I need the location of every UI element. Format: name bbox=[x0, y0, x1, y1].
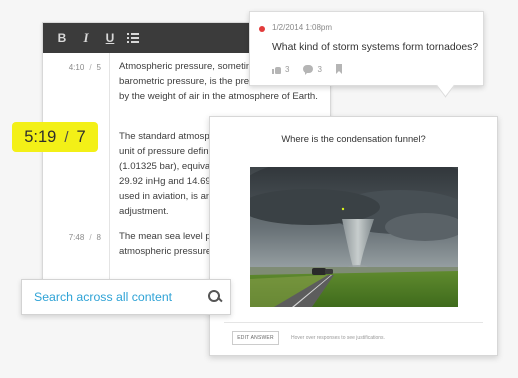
question-card: Where is the condensation funnel? EDIT A… bbox=[209, 116, 498, 356]
tornado-image bbox=[250, 167, 458, 307]
paragraph-timestamp[interactable]: 4:10/5 bbox=[43, 59, 101, 72]
unread-dot-icon bbox=[259, 26, 265, 32]
search-box bbox=[21, 279, 231, 315]
justification-hint: Hover over responses to see justificatio… bbox=[291, 335, 385, 341]
search-input[interactable] bbox=[34, 280, 200, 314]
bold-button[interactable]: B bbox=[55, 31, 69, 45]
question-title: Where is the condensation funnel? bbox=[281, 133, 426, 144]
edit-answer-button[interactable]: EDIT ANSWER bbox=[232, 331, 279, 345]
paragraph-timestamp[interactable]: 7:48/8 bbox=[43, 229, 101, 242]
timestamp-badge[interactable]: 5:19 / 7 bbox=[12, 122, 98, 152]
search-icon[interactable] bbox=[208, 290, 221, 303]
comment-question: What kind of storm systems form tornadoe… bbox=[272, 42, 479, 53]
bookmark-icon bbox=[335, 64, 342, 74]
badge-separator: / bbox=[64, 128, 69, 146]
gutter-divider bbox=[109, 53, 110, 281]
comment-popover: 1/2/2014 1:08pm What kind of storm syste… bbox=[249, 11, 484, 86]
paragraph-index: 8 bbox=[96, 233, 101, 242]
comment-bubble-icon bbox=[303, 65, 314, 75]
paragraph-time: 4:10 bbox=[68, 63, 85, 72]
italic-button[interactable]: I bbox=[79, 30, 93, 45]
like-button[interactable]: 3 bbox=[272, 65, 289, 74]
paragraph-index: 5 bbox=[96, 63, 101, 72]
comment-actions: 3 3 bbox=[272, 64, 342, 75]
like-count: 3 bbox=[285, 64, 290, 74]
list-icon[interactable] bbox=[127, 33, 139, 43]
paragraph-time: 7:48 bbox=[68, 233, 85, 242]
tornado-photo[interactable] bbox=[250, 167, 458, 307]
card-divider bbox=[224, 322, 483, 323]
comment-timestamp: 1/2/2014 1:08pm bbox=[272, 23, 333, 32]
bookmark-button[interactable] bbox=[335, 64, 342, 74]
badge-time: 5:19 bbox=[24, 127, 57, 146]
badge-index: 7 bbox=[76, 127, 86, 146]
thumbs-up-icon bbox=[272, 65, 281, 74]
underline-button[interactable]: U bbox=[103, 31, 117, 45]
reply-count: 3 bbox=[317, 64, 322, 74]
reply-button[interactable]: 3 bbox=[303, 64, 322, 75]
